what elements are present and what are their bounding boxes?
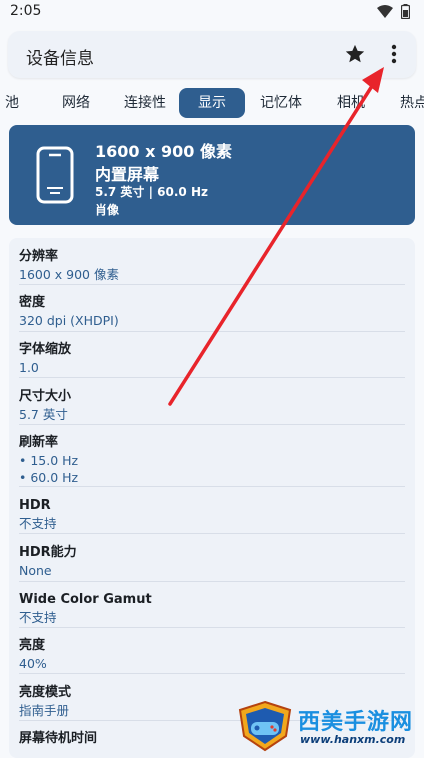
gamepad-shield-icon xyxy=(238,700,292,752)
watermark-brand: 西美手游网 xyxy=(298,710,414,735)
watermark-logo: 西美手游网 www.hanxm.com xyxy=(236,700,422,752)
annotation-arrow xyxy=(168,67,384,406)
watermark-url: www.hanxm.com xyxy=(300,733,406,746)
